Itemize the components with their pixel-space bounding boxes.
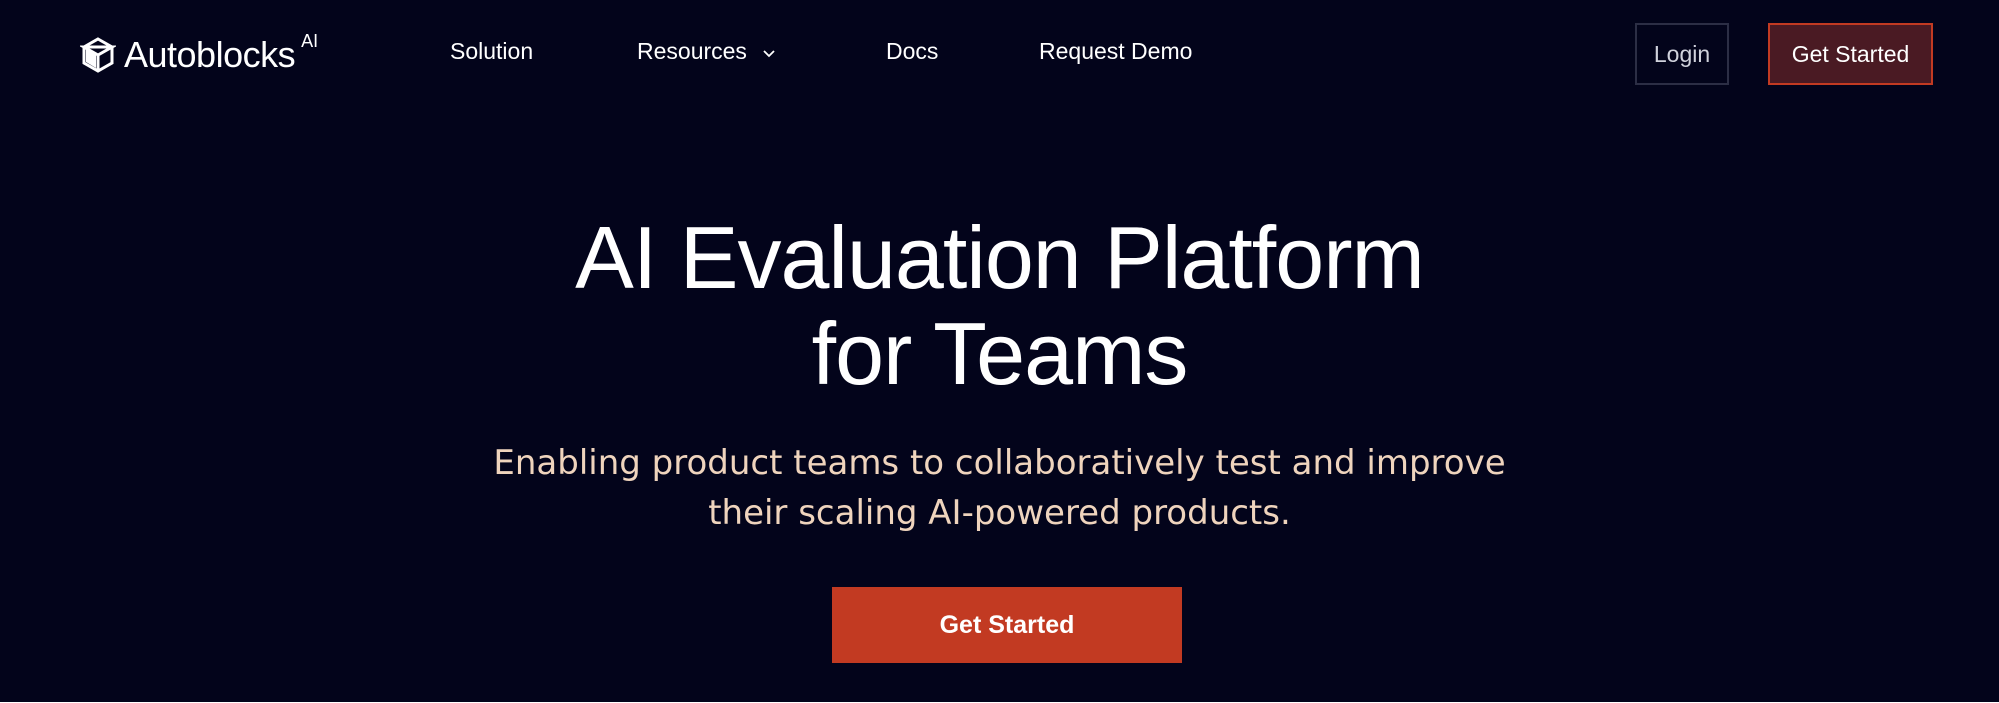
hero-get-started-button[interactable]: Get Started (832, 587, 1182, 663)
nav-link-label: Solution (450, 38, 534, 64)
chevron-down-icon (763, 49, 775, 57)
autoblocks-logo-icon (80, 37, 116, 73)
nav-link-label: Docs (886, 38, 939, 64)
nav-link-docs[interactable]: Docs (886, 38, 938, 65)
brand-name: Autoblocks (124, 34, 296, 75)
landing-page: Autoblocks AI Solution Resources Docs Re… (0, 0, 1999, 703)
nav-link-request-demo[interactable]: Request Demo (1039, 38, 1192, 65)
hero-subtitle-line-1: Enabling product teams to collaborativel… (493, 443, 1506, 483)
nav-link-label: Resources (637, 38, 747, 64)
nav-get-started-button[interactable]: Get Started (1768, 23, 1933, 85)
brand-superscript: AI (301, 30, 319, 51)
hero-title-line-2: for Teams (811, 304, 1189, 403)
login-button[interactable]: Login (1635, 23, 1729, 85)
hero-title-line-1: AI Evaluation Platform (575, 208, 1425, 307)
nav-link-resources[interactable]: Resources (637, 38, 777, 65)
top-navigation: Autoblocks AI Solution Resources Docs Re… (0, 0, 1999, 110)
brand-logo[interactable]: Autoblocks AI (80, 30, 318, 80)
hero-subtitle: Enabling product teams to collaborativel… (0, 438, 1999, 538)
hero-subtitle-line-2: their scaling AI-powered products. (708, 493, 1291, 533)
hero-title: AI Evaluation Platform for Teams (0, 210, 1999, 402)
nav-link-solution[interactable]: Solution (450, 38, 533, 65)
nav-link-label: Request Demo (1039, 38, 1193, 64)
